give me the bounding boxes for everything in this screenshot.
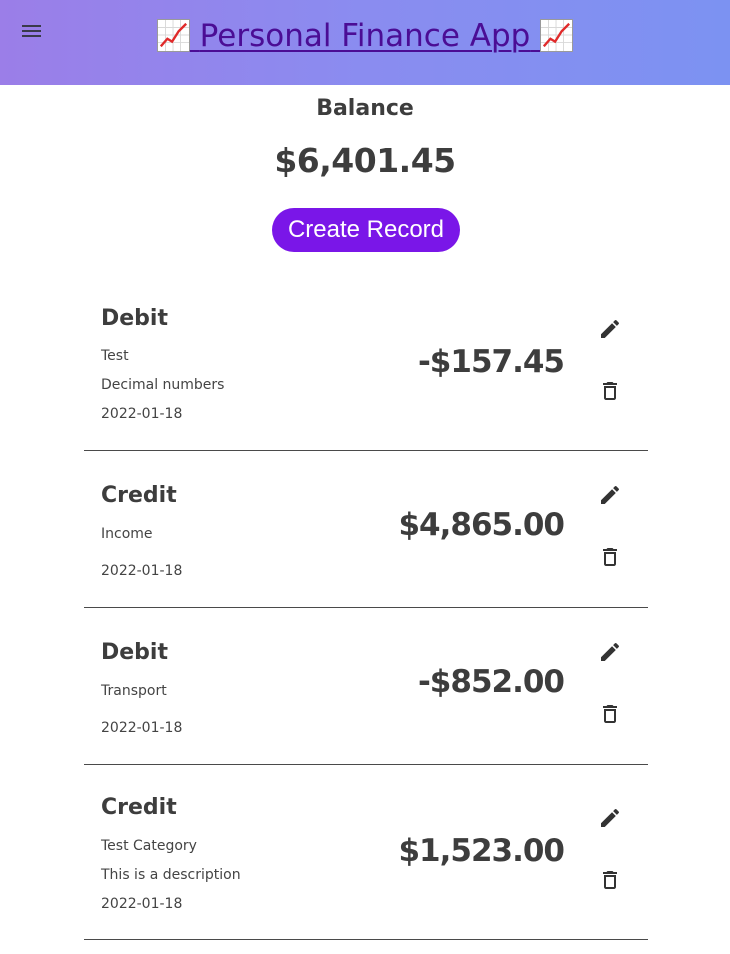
record-amount: -$852.00 [417, 664, 565, 700]
record-date: 2022-01-18 [101, 720, 183, 736]
record-category: Test Category [101, 838, 197, 854]
delete-icon[interactable] [598, 545, 622, 569]
record-type: Debit [101, 640, 168, 665]
edit-icon[interactable] [598, 483, 622, 507]
app-title-link[interactable]: Personal Finance App [0, 18, 730, 54]
record-description: Decimal numbers [101, 377, 225, 393]
record-date: 2022-01-18 [101, 406, 183, 422]
record-amount: $4,865.00 [398, 507, 565, 543]
delete-icon[interactable] [598, 868, 622, 892]
delete-icon[interactable] [598, 702, 622, 726]
app-title-text: Personal Finance App [199, 18, 531, 54]
record-date: 2022-01-18 [101, 563, 183, 579]
records-list: Debit Test Decimal numbers 2022-01-18 -$… [84, 290, 648, 940]
record-type: Credit [101, 483, 177, 508]
record-date: 2022-01-18 [101, 896, 183, 912]
delete-icon[interactable] [598, 379, 622, 403]
balance-value: $6,401.45 [274, 141, 456, 180]
record-amount: $1,523.00 [398, 833, 565, 869]
record-category: Test [101, 348, 129, 364]
app-header: Personal Finance App [0, 0, 730, 85]
record-card: Credit Test Category This is a descripti… [84, 765, 648, 940]
record-card: Debit Transport 2022-01-18 -$852.00 [84, 608, 648, 765]
edit-icon[interactable] [598, 640, 622, 664]
edit-icon[interactable] [598, 317, 622, 341]
record-type: Debit [101, 306, 168, 331]
record-type: Credit [101, 795, 177, 820]
chart-increasing-icon [156, 19, 190, 52]
chart-increasing-icon [540, 19, 574, 52]
create-record-button[interactable]: Create Record [272, 208, 460, 252]
record-category: Income [101, 526, 153, 542]
edit-icon[interactable] [598, 806, 622, 830]
record-card: Credit Income 2022-01-18 $4,865.00 [84, 451, 648, 608]
balance-label: Balance [316, 96, 414, 121]
record-category: Transport [101, 683, 167, 699]
record-card: Debit Test Decimal numbers 2022-01-18 -$… [84, 290, 648, 451]
record-amount: -$157.45 [417, 344, 565, 380]
record-description: This is a description [101, 867, 241, 883]
